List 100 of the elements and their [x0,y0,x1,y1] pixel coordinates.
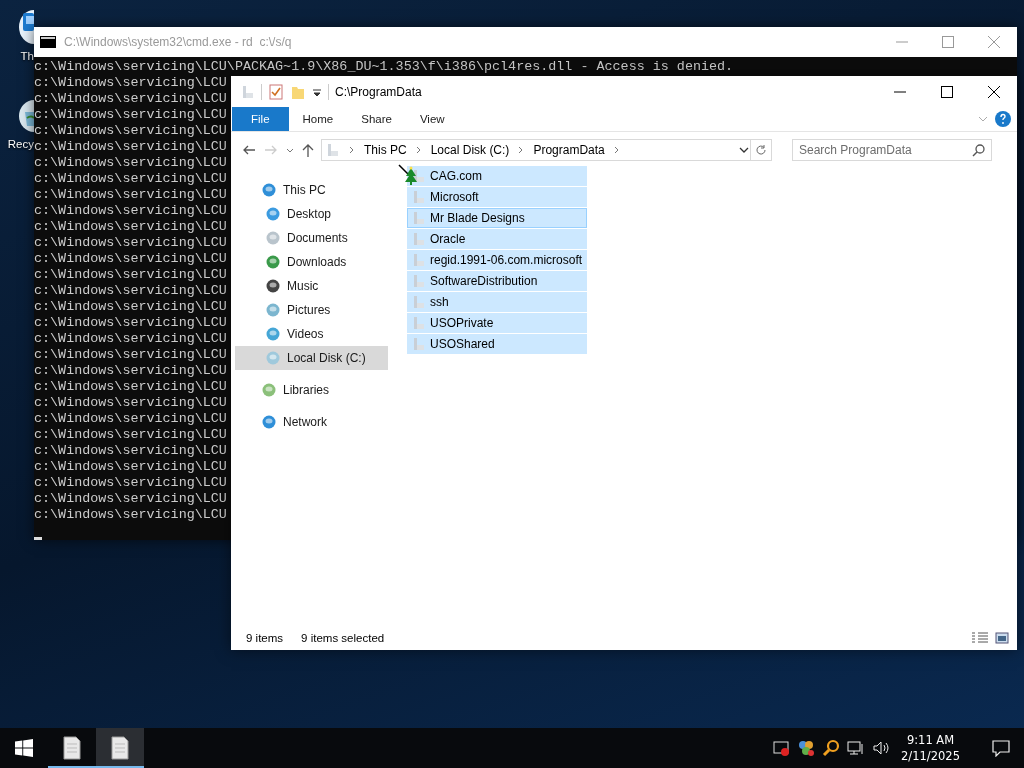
properties-icon[interactable] [268,83,284,100]
search-icon [972,143,986,157]
console-line: c:\Windows\servicing\LCU [34,171,227,187]
folder-item[interactable]: USOShared [407,334,587,354]
search-field[interactable]: Search ProgramData [792,139,992,161]
console-app-icon [40,36,56,48]
console-line: c:\Windows\servicing\LCU [34,187,227,203]
nav-item[interactable]: Music [235,274,388,298]
selection-count: 9 items selected [301,631,385,644]
document-icon [110,736,130,760]
console-line: c:\Windows\servicing\LCU [34,427,227,443]
folder-item[interactable]: ssh [407,292,587,312]
console-line: c:\Windows\servicing\LCU\PACKAG~1.9\X86_DU~1.353\f\i386\pcl4res.dll - Access is denied. [34,59,734,75]
maximize-icon[interactable] [940,84,954,99]
network-icon[interactable] [847,739,866,757]
speaker-icon[interactable] [872,739,891,757]
music-icon [265,278,281,294]
console-line: c:\Windows\servicing\LCU [34,395,227,411]
console-line: c:\Windows\servicing\LCU [34,443,227,459]
ribbon-tab[interactable]: Home [288,107,348,131]
nav-item[interactable]: Videos [235,322,388,346]
folder-icon [412,189,426,205]
folder-icon [412,231,426,247]
console-line: c:\Windows\servicing\LCU [34,251,227,267]
console-line: c:\Windows\servicing\LCU [34,283,227,299]
nav-item[interactable]: Documents [235,226,388,250]
folder-icon [412,273,426,289]
cursor-icon [398,164,420,188]
libraries-icon [261,382,277,398]
console-line: c:\Windows\servicing\LCU [34,475,227,491]
folder-icon [412,315,426,331]
console-line: c:\Windows\servicing\LCU [34,267,227,283]
document-icon [62,736,82,760]
pictures-icon [265,302,281,318]
window-title: C:\Windows\system32\cmd.exe - rd c:\/s/q [64,35,293,49]
desktop-icon [265,206,281,222]
console-line: c:\Windows\servicing\LCU [34,203,227,219]
console-line: c:\Windows\servicing\LCU [34,299,227,315]
console-line: c:\Windows\servicing\LCU [34,219,227,235]
help-icon[interactable] [995,111,1011,127]
folder-icon [412,336,426,352]
network-error-icon[interactable] [797,739,816,757]
nav-item[interactable]: Network [235,410,388,434]
console-line: c:\Windows\servicing\LCU [34,75,227,91]
file-menu-button[interactable]: File [232,107,289,131]
nav-item[interactable]: Downloads [235,250,388,274]
documents-icon [265,230,281,246]
breadcrumb-item[interactable]: This PC [364,143,407,157]
folder-item[interactable]: Oracle [407,229,587,249]
ribbon-tab[interactable]: Share [347,107,406,131]
chevron-icon [414,145,423,155]
desktop-icon-label[interactable]: Recy [7,138,34,150]
desktop-icon-label[interactable]: Th [20,50,34,62]
computer-icon[interactable] [19,8,34,44]
refresh-icon [755,144,767,156]
chevron-icon [612,145,621,155]
taskbar-app[interactable] [96,728,144,768]
console-line: c:\Windows\servicing\LCU [34,107,227,123]
close-icon[interactable] [987,84,1001,99]
folder-item[interactable]: USOPrivate [407,313,587,333]
globe-icon [261,414,277,430]
breadcrumb-item[interactable]: Local Disk (C:) [430,143,510,157]
clock[interactable]: 9:11 AM 2/11/2025 [901,732,960,764]
folder-icon [412,210,426,226]
folder-item[interactable]: Microsoft [407,187,587,207]
magnifier-icon[interactable] [822,739,841,757]
chevron-icon [348,145,356,155]
console-line: c:\Windows\servicing\LCU [34,347,227,363]
video-icon [265,326,281,342]
nav-item[interactable]: Pictures [235,298,388,322]
console-line: c:\Windows\servicing\LCU [34,235,227,251]
nav-item[interactable]: Libraries [235,378,388,402]
console-line: c:\Windows\servicing\LCU [34,315,227,331]
up-arrow-icon[interactable] [301,142,315,158]
console-line: c:\Windows\servicing\LCU [34,411,227,427]
download-icon [265,254,281,270]
ribbon-tab[interactable]: View [405,107,459,131]
console-line: c:\Windows\servicing\LCU [34,507,227,523]
computer-icon [261,182,277,198]
windows-logo-icon [15,739,33,757]
console-line: c:\Windows\servicing\LCU [34,331,227,347]
large-icons-view-icon[interactable] [995,630,1009,645]
notification-icon[interactable] [991,739,1011,757]
security-alert-icon[interactable] [772,739,791,757]
folder-item[interactable]: SoftwareDistribution [407,271,587,291]
text-cursor [34,537,42,540]
nav-item[interactable]: Desktop [235,202,388,226]
disk-icon [265,350,281,366]
console-line: c:\Windows\servicing\LCU [34,139,227,155]
console-line: c:\Windows\servicing\LCU [34,491,227,507]
breadcrumb-item[interactable]: ProgramData [533,143,605,157]
folder-icon [326,142,340,158]
folder-item[interactable]: CAG.com [407,166,587,186]
folder-item[interactable]: Mr Blade Designs [407,208,587,228]
folder-item[interactable]: regid.1991-06.com.microsoft [407,250,587,270]
nav-item[interactable]: Local Disk (C:) [235,346,388,370]
folder-icon [412,294,426,310]
nav-item[interactable]: This PC [235,178,388,202]
console-line: c:\Windows\servicing\LCU [34,379,227,395]
address-bar[interactable]: This PC Local Disk (C:) ProgramData [321,139,751,161]
